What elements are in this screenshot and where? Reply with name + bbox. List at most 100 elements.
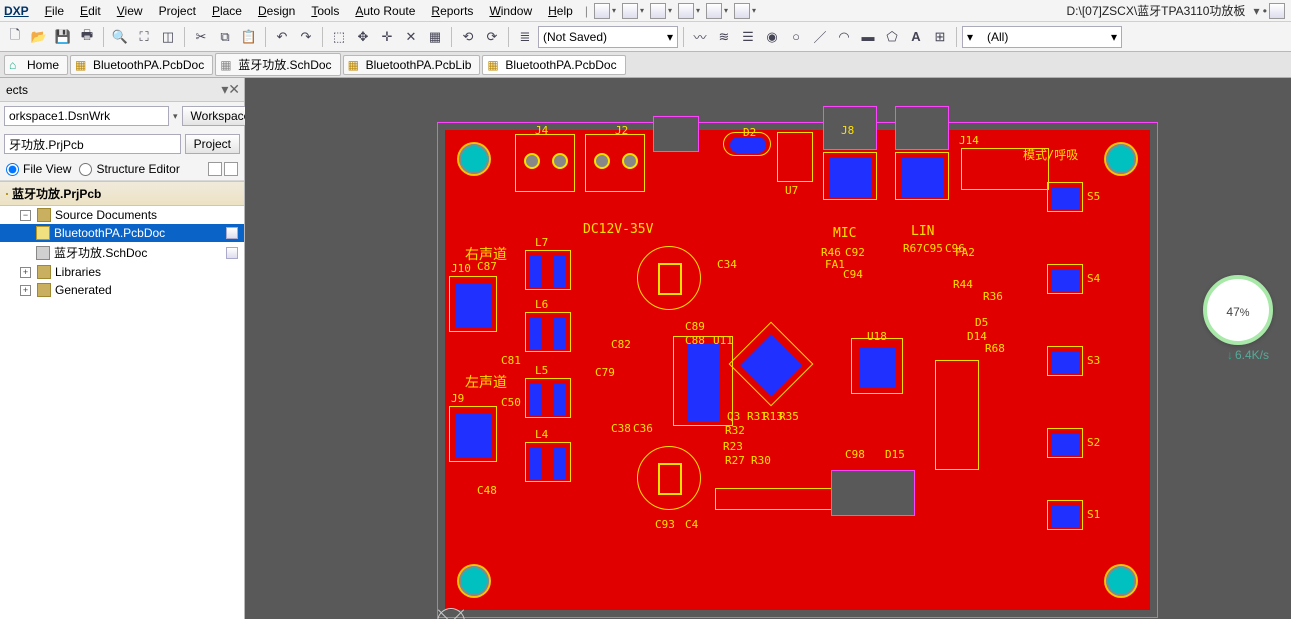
toolbar-mini-1[interactable] xyxy=(594,3,610,19)
menu-place[interactable]: Place xyxy=(204,2,250,20)
menu-view[interactable]: View xyxy=(109,2,151,20)
expand-icon[interactable]: + xyxy=(20,285,31,296)
toolbar-mini-3[interactable] xyxy=(650,3,666,19)
menu-design[interactable]: Design xyxy=(250,2,303,20)
silk-mic: MIC xyxy=(833,226,856,241)
save-icon[interactable]: 💾 xyxy=(52,26,74,48)
copy-icon[interactable]: ⧉ xyxy=(214,26,236,48)
panel-options-icon[interactable]: ▾ ✕ xyxy=(221,81,238,98)
place-line-icon[interactable]: ／ xyxy=(809,26,831,48)
tab-home[interactable]: ⌂Home xyxy=(4,55,68,75)
place-pad-icon[interactable]: ○ xyxy=(785,26,807,48)
pcb-editor[interactable]: J4 J2 D2 U7 J8 J14 xyxy=(245,78,1291,619)
tab-pcblib[interactable]: ▦BluetoothPA.PcbLib xyxy=(343,55,481,75)
folder-icon xyxy=(37,265,51,279)
place-via-icon[interactable]: ◉ xyxy=(761,26,783,48)
cross-icon[interactable]: ✛ xyxy=(376,26,398,48)
silk-c36: C36 xyxy=(633,422,653,435)
project-input[interactable] xyxy=(4,134,181,154)
download-badge[interactable]: 47% xyxy=(1203,275,1273,345)
silk-r13: R13 xyxy=(763,410,783,423)
print-icon[interactable]: 🖶 xyxy=(76,26,98,48)
panel-tool-1[interactable] xyxy=(208,162,222,176)
menu-window[interactable]: Window xyxy=(481,2,540,20)
layers-icon[interactable]: ≣ xyxy=(514,26,536,48)
file-view-radio[interactable]: File View xyxy=(6,162,71,176)
open-icon[interactable]: 📂 xyxy=(28,26,50,48)
origin-marker xyxy=(433,604,469,619)
document-path[interactable]: D:\[07]ZSCX\蓝牙TPA3110功放板 xyxy=(1066,2,1253,19)
silk-l4: L4 xyxy=(535,428,548,441)
project-button[interactable]: Project xyxy=(185,134,240,154)
silk-l5: L5 xyxy=(535,364,548,377)
app-logo[interactable]: DXP xyxy=(4,4,29,18)
toolbar-mini-6[interactable] xyxy=(734,3,750,19)
place-text-icon[interactable]: A xyxy=(905,26,927,48)
structure-editor-radio[interactable]: Structure Editor xyxy=(79,162,179,176)
help-icon[interactable] xyxy=(1269,3,1285,19)
silk-r44: R44 xyxy=(953,278,973,291)
select-icon[interactable]: ⬚ xyxy=(328,26,350,48)
place-arc-icon[interactable]: ◠ xyxy=(833,26,855,48)
move-icon[interactable]: ✥ xyxy=(352,26,374,48)
route-track-icon[interactable]: 〰 xyxy=(689,26,711,48)
menu-file[interactable]: File xyxy=(37,2,72,20)
paste-icon[interactable]: 📋 xyxy=(238,26,260,48)
pcb-board[interactable]: J4 J2 D2 U7 J8 J14 xyxy=(445,130,1150,610)
silk-d5: D5 xyxy=(975,316,988,329)
grid-icon[interactable]: ▦ xyxy=(424,26,446,48)
workspace-input[interactable] xyxy=(4,106,169,126)
route-multi-icon[interactable]: ☰ xyxy=(737,26,759,48)
silk-r68: R68 xyxy=(985,342,1005,355)
menu-help[interactable]: Help xyxy=(540,2,581,20)
place-poly-icon[interactable]: ⬠ xyxy=(881,26,903,48)
silk-r67: R67 xyxy=(903,242,923,255)
silk-c79: C79 xyxy=(595,366,615,379)
silk-c94: C94 xyxy=(843,268,863,281)
tab-pcbdoc-1[interactable]: ▦BluetoothPA.PcbDoc xyxy=(70,55,213,75)
collapse-icon[interactable]: − xyxy=(20,210,31,221)
zoom-select-icon[interactable]: ◫ xyxy=(157,26,179,48)
tree-source-documents[interactable]: − Source Documents xyxy=(0,206,244,224)
nav-back-icon[interactable]: ⟲ xyxy=(457,26,479,48)
menu-autoroute[interactable]: Auto Route xyxy=(347,2,423,20)
zoom-fit-icon[interactable]: 🔍 xyxy=(109,26,131,48)
route-diff-icon[interactable]: ≋ xyxy=(713,26,735,48)
filter-combo[interactable]: ▾ (All) ▾ xyxy=(962,26,1122,48)
redo-icon[interactable]: ↷ xyxy=(295,26,317,48)
new-icon[interactable]: 🗋 xyxy=(4,26,26,48)
zoom-area-icon[interactable]: ⛶ xyxy=(133,26,155,48)
undo-icon[interactable]: ↶ xyxy=(271,26,293,48)
panel-tool-2[interactable] xyxy=(224,162,238,176)
place-comp-icon[interactable]: ⊞ xyxy=(929,26,951,48)
toolbar-mini-5[interactable] xyxy=(706,3,722,19)
project-tree[interactable]: 蓝牙功放.PrjPcb − Source Documents Bluetooth… xyxy=(0,181,244,619)
tab-schdoc[interactable]: ▦蓝牙功放.SchDoc xyxy=(215,53,340,76)
menu-edit[interactable]: Edit xyxy=(72,2,109,20)
tree-libraries[interactable]: + Libraries xyxy=(0,263,244,281)
tree-generated[interactable]: + Generated xyxy=(0,281,244,299)
silk-j9: J9 xyxy=(451,392,464,405)
schdoc-icon xyxy=(36,246,50,260)
place-fill-icon[interactable]: ▬ xyxy=(857,26,879,48)
tree-file-pcbdoc[interactable]: BluetoothPA.PcbDoc xyxy=(0,224,244,242)
cut-icon[interactable]: ✂ xyxy=(190,26,212,48)
tab-pcbdoc-2[interactable]: ▦BluetoothPA.PcbDoc xyxy=(482,55,625,75)
deselect-icon[interactable]: ✕ xyxy=(400,26,422,48)
download-rate: ↓6.4K/s xyxy=(1227,348,1269,362)
menu-project[interactable]: Project xyxy=(151,2,204,20)
tree-file-schdoc[interactable]: 蓝牙功放.SchDoc xyxy=(0,242,244,263)
menu-tools[interactable]: Tools xyxy=(303,2,347,20)
menu-reports[interactable]: Reports xyxy=(423,2,481,20)
connector-j8 xyxy=(823,152,877,200)
saved-query-combo[interactable]: (Not Saved) ▾ xyxy=(538,26,678,48)
comp-cap2 xyxy=(637,446,701,510)
silk-r27: R27 xyxy=(725,454,745,467)
tree-project-header[interactable]: 蓝牙功放.PrjPcb xyxy=(0,182,244,206)
nav-fwd-icon[interactable]: ⟳ xyxy=(481,26,503,48)
rf-shield xyxy=(831,470,915,516)
expand-icon[interactable]: + xyxy=(20,267,31,278)
toolbar-mini-2[interactable] xyxy=(622,3,638,19)
silk-r30: R30 xyxy=(751,454,771,467)
toolbar-mini-4[interactable] xyxy=(678,3,694,19)
